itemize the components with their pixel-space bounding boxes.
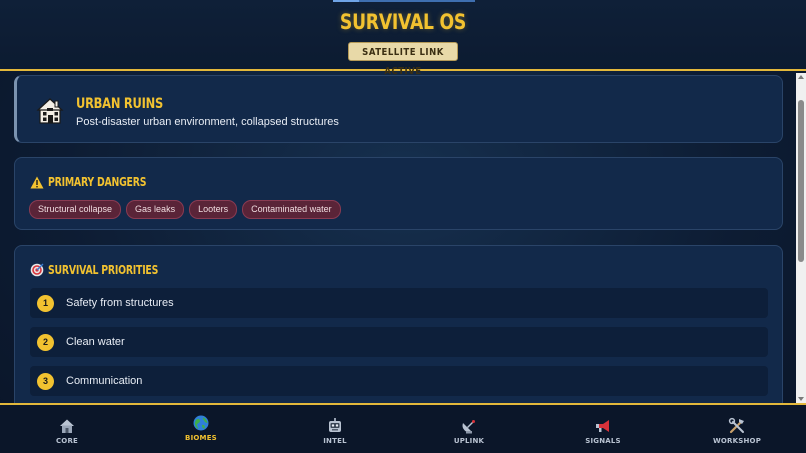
priority-number: 1 [37, 294, 54, 312]
biome-description: Post-disaster urban environment, collaps… [76, 116, 339, 128]
warning-icon [30, 176, 44, 188]
priority-number: 2 [37, 333, 54, 351]
priority-text: Clean water [66, 336, 125, 348]
priority-number: 3 [37, 372, 54, 390]
status-badge: SATELLITE LINK ACTIVE [348, 42, 458, 77]
nav-label: UPLINK [453, 437, 485, 445]
nav-label: INTEL [323, 437, 347, 445]
robot-icon [329, 418, 341, 432]
nav-item-signals[interactable]: SIGNALS [536, 405, 670, 453]
dangers-title: PRIMARY DANGERS [48, 175, 147, 189]
nav-label: CORE [55, 437, 79, 445]
danger-tags: Structural collapse Gas leaks Looters Co… [29, 200, 341, 219]
nav-item-intel[interactable]: INTEL [268, 405, 402, 453]
nav-item-biomes[interactable]: BIOMES [134, 405, 268, 453]
app-title: SURVIVAL OS [339, 10, 467, 34]
nav-item-uplink[interactable]: UPLINK [402, 405, 536, 453]
priority-text: Safety from structures [66, 297, 174, 309]
nav-label: SIGNALS [585, 437, 621, 445]
dangers-header: PRIMARY DANGERS [30, 175, 174, 189]
satellite-icon [462, 420, 475, 434]
nav-label: WORKSHOP [712, 437, 762, 445]
biome-card: URBAN RUINS Post-disaster urban environm… [14, 75, 783, 143]
priority-item: 2 Clean water [30, 327, 768, 357]
danger-tag: Looters [189, 200, 238, 219]
nav-item-core[interactable]: CORE [0, 405, 134, 453]
bottom-nav: CORE BIOMES INTEL UPLINK SIGNALS WORKSHO… [0, 403, 806, 453]
priorities-card: SURVIVAL PRIORITIES 1 Safety from struct… [14, 245, 783, 403]
priority-item: 3 Communication [30, 366, 768, 396]
dangers-card: PRIMARY DANGERS Structural collapse Gas … [14, 157, 783, 230]
scrollbar-thumb[interactable] [798, 100, 804, 262]
danger-tag: Gas leaks [126, 200, 185, 219]
target-icon [30, 263, 44, 277]
tools-icon [728, 417, 744, 434]
danger-tag: Contaminated water [242, 200, 341, 219]
priority-item: 1 Safety from structures [30, 288, 768, 318]
home-icon [60, 419, 74, 433]
priorities-header: SURVIVAL PRIORITIES [30, 263, 189, 277]
priority-text: Communication [66, 375, 143, 387]
scroll-down-icon[interactable] [796, 395, 806, 403]
priorities-title: SURVIVAL PRIORITIES [48, 263, 159, 277]
house-icon [36, 98, 64, 124]
danger-tag: Structural collapse [29, 200, 122, 219]
globe-icon [193, 415, 209, 431]
biome-title: URBAN RUINS [76, 96, 164, 112]
nav-item-workshop[interactable]: WORKSHOP [670, 405, 804, 453]
scrollbar[interactable] [796, 73, 806, 403]
app-header: SURVIVAL OS SATELLITE LINK ACTIVE [0, 0, 806, 77]
nav-label: BIOMES [185, 434, 217, 442]
megaphone-icon [596, 420, 609, 432]
main-content[interactable]: URBAN RUINS Post-disaster urban environm… [0, 73, 796, 403]
scroll-up-icon[interactable] [796, 73, 806, 81]
header-accent-bar [333, 0, 475, 2]
